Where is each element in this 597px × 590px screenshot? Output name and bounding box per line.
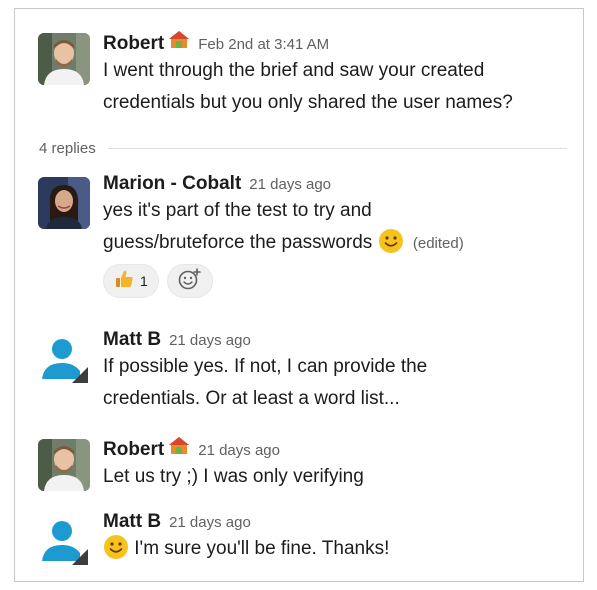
author-name[interactable]: Matt B (103, 511, 161, 533)
message-line-text: I'm sure you'll be fine. Thanks! (134, 538, 390, 559)
thread-panel: Robert Feb 2nd at 3:41 AM I went through… (14, 8, 584, 582)
author-name[interactable]: Robert (103, 33, 164, 55)
timestamp[interactable]: 21 days ago (169, 514, 251, 531)
message-text: I'm sure you'll be fine. Thanks! (103, 533, 573, 565)
house-emoji-icon (168, 435, 190, 455)
message-line-text: guess/bruteforce the passwords (103, 232, 373, 253)
edited-label: (edited) (412, 235, 464, 252)
thumbs-up-icon (114, 269, 134, 294)
message-text: Let us try ;) I was only verifying (103, 461, 573, 493)
timestamp[interactable]: 21 days ago (249, 176, 331, 193)
message-line: guess/bruteforce the passwords (edited) (103, 227, 573, 260)
message-text: I went through the brief and saw your cr… (103, 55, 573, 119)
message-text: yes it's part of the test to try and gue… (103, 195, 573, 260)
timestamp[interactable]: 21 days ago (198, 442, 280, 459)
author-name[interactable]: Robert (103, 439, 164, 461)
message-line: I went through the brief and saw your cr… (103, 60, 485, 81)
avatar-robert[interactable] (38, 439, 90, 491)
author-name[interactable]: Marion - Cobalt (103, 173, 241, 195)
avatar-robert[interactable] (38, 33, 90, 85)
avatar-matt[interactable] (38, 333, 90, 385)
reaction-thumbs-up[interactable]: 1 (103, 264, 159, 298)
message-text: If possible yes. If not, I can provide t… (103, 351, 573, 415)
replies-count: 4 replies (39, 139, 96, 157)
reaction-count: 1 (140, 273, 148, 289)
timestamp[interactable]: 21 days ago (169, 332, 251, 349)
replies-divider: 4 replies (39, 137, 567, 159)
reactions-bar: 1 (103, 264, 573, 298)
author-name[interactable]: Matt B (103, 329, 161, 351)
add-reaction-icon (178, 267, 202, 295)
slightly-smiling-face-icon (103, 534, 129, 560)
house-emoji-icon (168, 29, 190, 49)
divider-line (107, 147, 567, 149)
message-line: credentials but you only shared the user… (103, 92, 513, 113)
timestamp[interactable]: Feb 2nd at 3:41 AM (198, 36, 329, 53)
avatar-marion[interactable] (38, 177, 90, 229)
message-line: If possible yes. If not, I can provide t… (103, 356, 428, 377)
message-line: I'm sure you'll be fine. Thanks! (103, 533, 573, 565)
add-reaction-button[interactable] (166, 264, 213, 298)
avatar-matt[interactable] (38, 515, 90, 567)
message-line: yes it's part of the test to try and (103, 200, 372, 221)
message-line: credentials. Or at least a word list... (103, 388, 400, 409)
slightly-smiling-face-icon (378, 228, 404, 254)
message-line: Let us try ;) I was only verifying (103, 466, 364, 487)
